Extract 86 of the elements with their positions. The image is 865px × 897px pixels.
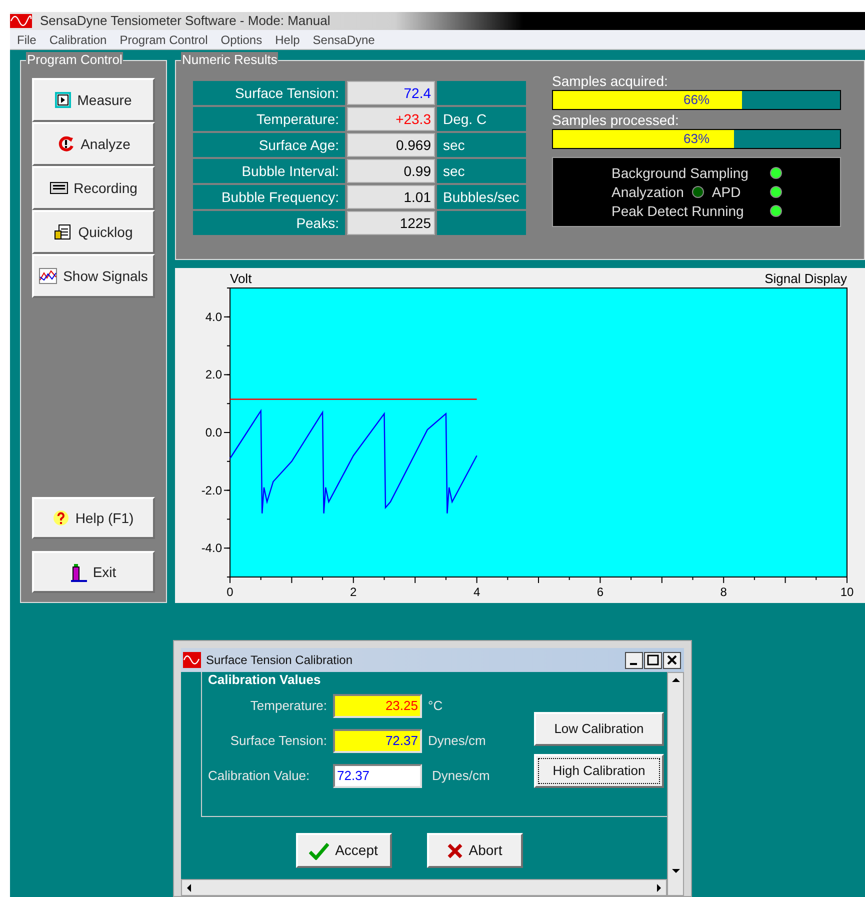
result-label: Peaks:: [193, 211, 345, 235]
calibration-button[interactable]: Low Calibration: [534, 712, 664, 746]
checkmark-icon: [309, 842, 330, 860]
sidebar-button[interactable]: Recording: [32, 166, 155, 210]
help-icon: [53, 510, 70, 526]
app-icon: [183, 652, 201, 668]
chart-icon: [39, 268, 58, 284]
app-icon: [10, 14, 32, 28]
unit-label: Dynes/cm: [428, 732, 486, 750]
vertical-scrollbar[interactable]: [667, 672, 684, 896]
result-value: 0.969: [347, 133, 435, 157]
sidebar-button[interactable]: Measure: [32, 78, 155, 122]
chart-title: Signal Display: [764, 271, 847, 286]
result-label: Bubble Interval:: [193, 159, 345, 183]
x-tick-label: 0: [226, 585, 234, 599]
close-icon[interactable]: [663, 652, 681, 668]
input-field[interactable]: 72.37: [333, 729, 422, 753]
progress-reading: 63%: [682, 130, 711, 148]
window-title: SensaDyne Tensiometer Software - Mode: Manual: [40, 12, 330, 30]
result-unit: sec: [437, 133, 526, 157]
result-label: Bubble Frequency:: [193, 185, 345, 209]
x-tick-label: 8: [720, 585, 727, 599]
dialog-button[interactable]: Accept: [296, 833, 392, 868]
maximize-icon[interactable]: [644, 652, 662, 668]
menu-item[interactable]: Help: [275, 30, 300, 48]
y-tick-label: -2.0: [201, 483, 222, 498]
result-unit: sec: [437, 159, 526, 183]
group-title: Calibration Values: [208, 672, 322, 687]
result-value: +23.3: [347, 107, 435, 131]
x-tick-label: 4: [473, 585, 480, 599]
indicator-label: Peak Detect Running: [612, 202, 744, 221]
input-field[interactable]: 72.37: [333, 764, 422, 788]
door-icon: [70, 562, 87, 582]
dialog-button[interactable]: Abort: [426, 833, 522, 868]
menu-item[interactable]: Calibration: [49, 30, 107, 48]
y-tick-label: 2.0: [205, 368, 222, 382]
cross-icon: [446, 842, 463, 858]
minimize-icon[interactable]: [625, 652, 643, 668]
refresh-icon: [56, 135, 75, 153]
unit-label: Dynes/cm: [432, 767, 490, 786]
result-unit: Bubbles/sec: [437, 185, 526, 209]
x-tick-label: 10: [840, 585, 854, 599]
result-label: Surface Tension:: [193, 81, 345, 105]
result-unit: Deg. C: [437, 107, 526, 131]
y-tick-label: 0.0: [205, 426, 222, 440]
menu-item[interactable]: File: [17, 30, 36, 48]
result-value: 72.4: [347, 81, 435, 105]
field-label: Surface Tension:: [229, 732, 328, 750]
y-tick-label: 4.0: [205, 310, 222, 324]
menu-item[interactable]: Program Control: [120, 30, 208, 48]
y-tick-label: -4.0: [201, 541, 222, 556]
field-label: Calibration Value:: [207, 767, 311, 786]
group-title: Program Control: [26, 52, 124, 68]
progress-label: Samples processed:: [552, 111, 680, 129]
document-icon: [54, 223, 72, 241]
indicator-label: Analyzation: [612, 182, 684, 202]
horizontal-scrollbar[interactable]: [181, 879, 667, 896]
sidebar-button[interactable]: Show Signals: [32, 254, 155, 298]
field-value: 72.37: [385, 733, 418, 748]
action-button[interactable]: Exit: [32, 551, 155, 593]
menu-item[interactable]: Options: [220, 30, 262, 48]
result-label: Temperature:: [193, 107, 345, 131]
progress-label: Samples acquired:: [552, 72, 669, 90]
play-icon: [55, 92, 72, 108]
sidebar-button[interactable]: Analyze: [32, 122, 155, 166]
field-value: 72.37: [337, 768, 370, 783]
result-value: 1225: [347, 211, 435, 235]
dialog-title: Surface Tension Calibration: [206, 652, 354, 669]
action-button[interactable]: Help (F1): [32, 497, 155, 539]
indicator-label: Background Sampling: [612, 164, 748, 183]
indicator-label: APD: [712, 182, 741, 202]
monitor-icon: [50, 182, 68, 194]
field-value: 23.25: [385, 698, 418, 713]
calibration-button[interactable]: High Calibration: [534, 754, 664, 788]
result-label: Surface Age:: [193, 133, 345, 157]
result-value: 1.01: [347, 185, 435, 209]
progress-reading: 66%: [682, 91, 711, 109]
x-tick-label: 6: [596, 585, 604, 599]
menu-item[interactable]: SensaDyne: [312, 30, 375, 48]
input-field[interactable]: 23.25: [333, 694, 422, 718]
unit-label: °C: [428, 697, 443, 716]
x-tick-label: 2: [350, 585, 357, 599]
sidebar-button[interactable]: Quicklog: [32, 210, 155, 254]
y-axis-label: Volt: [230, 271, 252, 286]
field-label: Temperature:: [249, 697, 328, 716]
result-value: 0.99: [347, 159, 435, 183]
